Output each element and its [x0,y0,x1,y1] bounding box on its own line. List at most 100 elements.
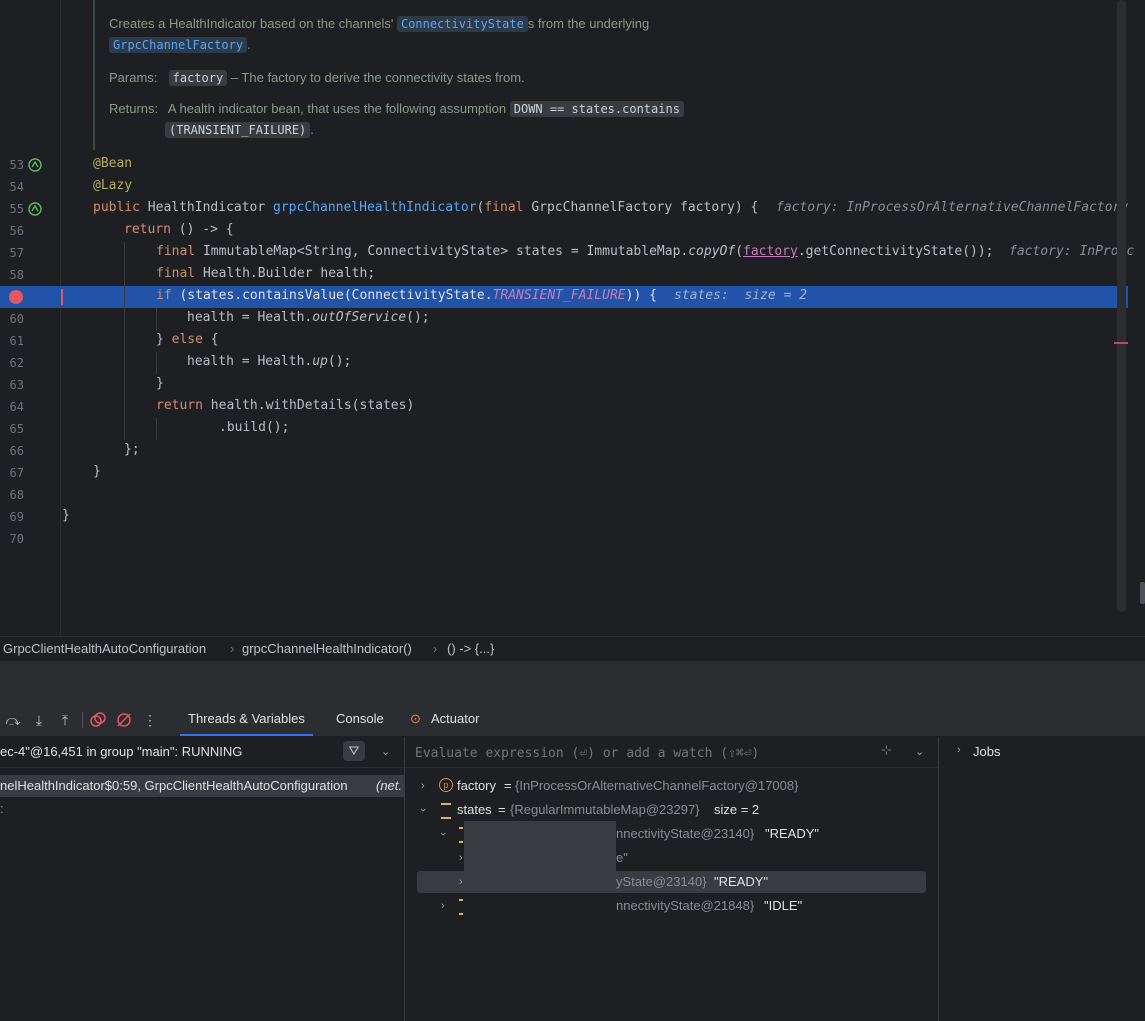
chevron-right-icon: › [230,641,235,656]
tab-console[interactable]: Console [336,711,384,726]
redaction-overlay [464,821,616,871]
chevron-down-icon[interactable]: ⌄ [915,745,924,758]
code-line[interactable]: 61 } else { [0,330,1128,352]
variables-panel: ⊹ ⌄ › p factory = {InProcessOrAlternativ… [405,737,939,1021]
more-options-icon[interactable]: ⋮ [142,712,158,728]
code-text: @Lazy [93,178,133,193]
inlay-hint: states: size = 2 [674,288,808,303]
code-editor[interactable]: Creates a HealthIndicator based on the c… [0,0,1145,636]
editor-scrollbar[interactable] [1117,0,1126,612]
doc-link-connectivitystate[interactable]: ConnectivityState [396,16,528,32]
line-number: 69 [9,510,24,524]
breadcrumb-class[interactable]: GrpcClientHealthAutoConfiguration [3,641,206,656]
code-line[interactable]: 68 [0,484,1128,506]
javadoc-block: Creates a HealthIndicator based on the c… [93,0,715,150]
field-icon [441,803,451,819]
breadcrumb-method[interactable]: grpcChannelHealthIndicator() [242,641,412,656]
var-string: "READY" [765,826,820,841]
code-line[interactable]: 58 final Health.Builder health; [0,264,1128,286]
doc-link-grpcchannelfactory[interactable]: GrpcChannelFactory [109,37,248,53]
step-out-icon[interactable]: ⤒ [57,712,73,728]
step-over-icon[interactable]: ⤼ [5,712,21,728]
mute-breakpoints-icon[interactable] [116,712,132,728]
step-into-icon[interactable]: ⤓ [31,712,47,728]
field-icon [459,827,463,843]
doc-return-code: (TRANSIENT_FAILURE) [165,122,311,138]
code-line[interactable]: 60 health = Health.outOfService(); [0,308,1128,330]
variable-row-entry[interactable]: › nnectivityState@21848} "IDLE" [405,896,938,918]
stack-frame[interactable]: : [0,801,4,816]
line-number: 56 [9,224,24,238]
var-value: nnectivityState@23140} [616,826,755,841]
var-value: nnectivityState@21848} [616,898,755,913]
variable-row-selected[interactable]: › yState@23140} "READY" [417,871,926,893]
chevron-expanded-icon[interactable]: › [417,808,429,812]
chevron-right-icon[interactable]: › [421,780,425,792]
tab-threads-variables[interactable]: Threads & Variables [180,711,313,736]
jobs-header[interactable]: › Jobs [939,737,1145,767]
breadcrumb-lambda[interactable]: () -> {...} [447,641,494,656]
breakpoint-icon[interactable] [9,290,23,304]
add-watch-icon[interactable]: ⊹ [881,742,892,758]
chevron-right-icon[interactable]: › [957,744,961,756]
doc-text: – The factory to derive the connectivity… [230,70,525,85]
line-number: 65 [9,422,24,436]
variable-row-factory[interactable]: › p factory = {InProcessOrAlternativeCha… [405,776,938,798]
doc-text: A health indicator bean, that uses the f… [167,101,507,116]
thread-status: ec-4"@16,451 in group "main": RUNNING [0,744,243,759]
doc-returns-label: Returns: [109,101,159,116]
chevron-expanded-icon[interactable]: › [437,832,449,836]
watch-bar[interactable]: ⊹ ⌄ [405,737,938,768]
editor-scroll-thumb[interactable] [1140,582,1145,604]
var-string: "IDLE" [764,898,803,913]
tab-actuator[interactable]: Actuator [431,711,479,726]
code-line[interactable]: 67 } [0,462,1128,484]
actuator-icon: ⊙ [410,711,421,726]
chevron-right-icon[interactable]: › [441,900,445,912]
code-line[interactable]: 69 } [0,506,1128,528]
code-line[interactable]: 55 public HealthIndicator grpcChannelHea… [0,198,1129,220]
code-line[interactable]: 66 }; [0,440,1128,462]
line-number: 60 [9,312,24,326]
code-line[interactable]: 54 @Lazy [0,176,1128,198]
line-number: 66 [9,444,24,458]
jobs-label: Jobs [973,744,1001,759]
line-number: 64 [9,400,24,414]
bean-gutter-icon[interactable] [28,202,42,216]
current-execution-line[interactable]: if (states.containsValue(ConnectivitySta… [0,286,1128,308]
code-line[interactable]: 65 .build(); [0,418,1128,440]
bean-gutter-icon[interactable] [28,158,42,172]
chevron-down-icon[interactable]: ⌄ [381,745,390,758]
line-number: 67 [9,466,24,480]
frame-label: nelHealthIndicator$0:59, GrpcClientHealt… [0,778,348,793]
stack-frame-selected[interactable]: nelHealthIndicator$0:59, GrpcClientHealt… [0,775,404,797]
chevron-right-icon[interactable]: › [459,876,463,888]
view-breakpoints-icon[interactable] [90,712,106,728]
code-text: @Bean [93,156,133,171]
doc-params-label: Params: [109,70,158,85]
code-text: }; [124,442,140,457]
doc-text: . [247,37,251,52]
code-line[interactable]: 57 final ImmutableMap<String, Connectivi… [0,242,1135,264]
doc-text: s from the underlying [527,16,650,31]
code-line[interactable]: 70 [0,528,1128,550]
inlay-hint: factory: InProcc [1009,244,1135,259]
thread-selector[interactable]: ec-4"@16,451 in group "main": RUNNING ⛛ … [0,737,404,768]
code-text: .build(); [219,420,290,435]
code-line[interactable]: 56 return () -> { [0,220,1128,242]
threads-panel: ec-4"@16,451 in group "main": RUNNING ⛛ … [0,737,405,1021]
field-icon [459,899,463,915]
code-line[interactable]: 53 @Bean [0,154,1128,176]
code-line[interactable]: 63 } [0,374,1128,396]
code-line[interactable]: 62 health = Health.up(); [0,352,1128,374]
watch-expression-input[interactable] [413,742,857,764]
error-stripe-mark[interactable] [1114,342,1128,344]
variable-row-states[interactable]: › states = {RegularImmutableMap@23297} s… [405,800,938,822]
code-text: } [156,376,164,391]
panel-separator [0,660,1145,705]
indent-guide [124,242,125,440]
code-text: } [93,464,101,479]
code-line[interactable]: 64 return health.withDetails(states) [0,396,1128,418]
chevron-right-icon[interactable]: › [459,852,463,864]
filter-icon[interactable]: ⛛ [343,741,365,761]
